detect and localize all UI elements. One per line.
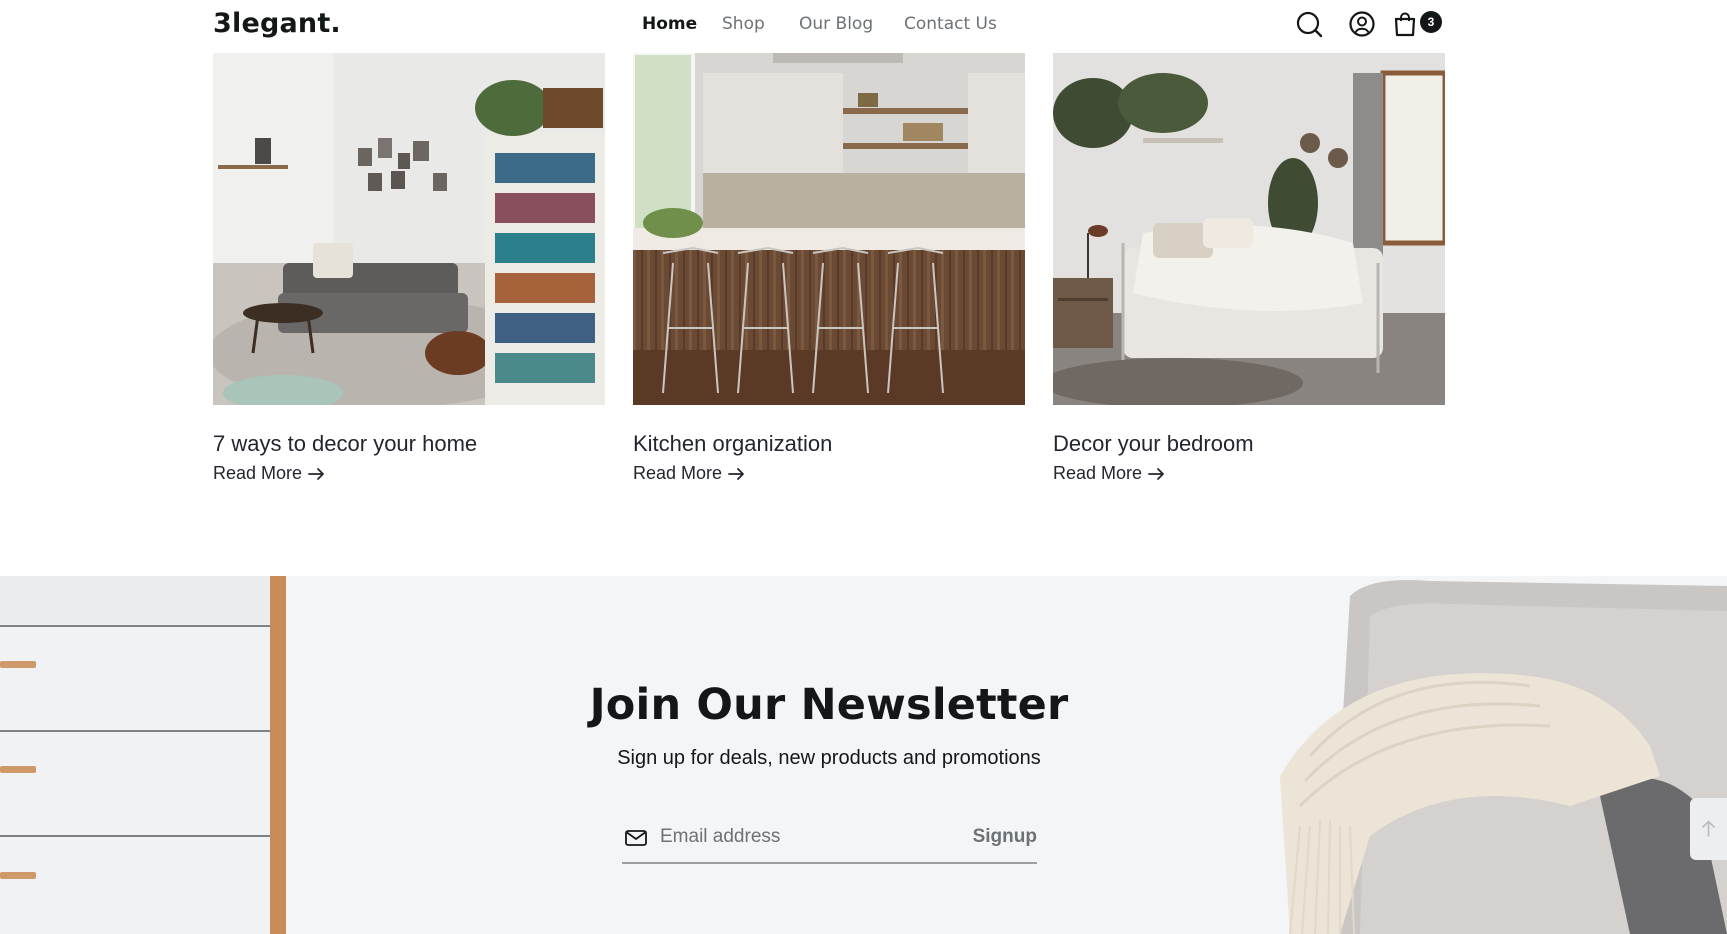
- signup-button[interactable]: Signup: [973, 822, 1037, 852]
- site-header: 3legant. Home Shop Our Blog Contact Us 3: [0, 0, 1727, 53]
- email-input[interactable]: [660, 822, 940, 852]
- newsletter-form: Signup: [622, 814, 1037, 864]
- arrow-right-icon: [1148, 468, 1164, 481]
- read-more-label: Read More: [633, 463, 723, 483]
- mail-icon: [625, 830, 647, 846]
- read-more-label: Read More: [1053, 463, 1143, 483]
- nav-our-blog[interactable]: Our Blog: [799, 14, 873, 34]
- bedroom-photo[interactable]: [1053, 53, 1445, 405]
- read-more-link[interactable]: Read More: [1053, 463, 1166, 484]
- newsletter-subtitle: Sign up for deals, new products and prom…: [617, 747, 1041, 769]
- living-room-photo[interactable]: [213, 53, 605, 405]
- blog-title[interactable]: Decor your bedroom: [1053, 431, 1254, 457]
- shopping-bag-icon[interactable]: [1390, 9, 1420, 39]
- newsletter-section: Join Our Newsletter Sign up for deals, n…: [0, 576, 1727, 934]
- arrow-right-icon: [308, 468, 324, 481]
- user-icon[interactable]: [1347, 9, 1377, 39]
- arrow-up-icon: [1702, 820, 1715, 837]
- read-more-link[interactable]: Read More: [633, 463, 746, 484]
- read-more-label: Read More: [213, 463, 303, 483]
- blog-title[interactable]: 7 ways to decor your home: [213, 431, 477, 457]
- kitchen-photo[interactable]: [633, 53, 1025, 405]
- newsletter-title: Join Our Newsletter: [589, 680, 1069, 730]
- cart-count-badge: 3: [1420, 11, 1442, 33]
- logo[interactable]: 3legant.: [213, 8, 341, 39]
- nav-home[interactable]: Home: [642, 14, 697, 34]
- scroll-to-top-button[interactable]: [1690, 798, 1727, 860]
- nav-shop[interactable]: Shop: [722, 14, 765, 34]
- search-icon[interactable]: [1294, 9, 1324, 39]
- read-more-link[interactable]: Read More: [213, 463, 326, 484]
- blog-title[interactable]: Kitchen organization: [633, 431, 832, 457]
- nav-contact-us[interactable]: Contact Us: [904, 14, 997, 34]
- arrow-right-icon: [728, 468, 744, 481]
